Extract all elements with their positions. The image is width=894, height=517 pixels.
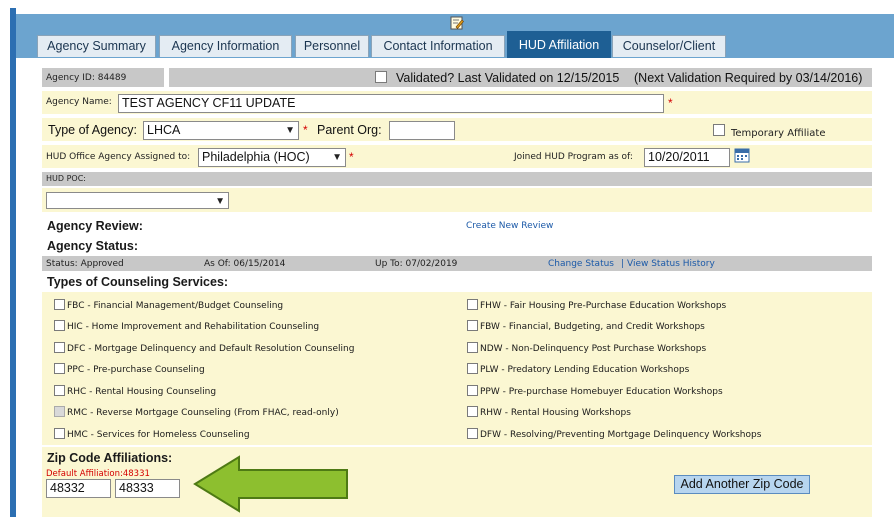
ppc-checkbox[interactable] xyxy=(54,363,65,374)
service-label: FHW - Fair Housing Pre-Purchase Educatio… xyxy=(480,301,727,311)
type-of-agency-value: LHCA xyxy=(147,123,181,137)
status-text: Status: Approved xyxy=(46,259,124,269)
left-frame-border xyxy=(10,8,16,517)
tab-agency-information[interactable]: Agency Information xyxy=(159,35,292,57)
parent-org-label: Parent Org: xyxy=(317,123,382,137)
zip-affiliations-heading: Zip Code Affiliations: xyxy=(47,451,173,465)
calendar-icon[interactable] xyxy=(734,147,750,163)
required-mark: * xyxy=(668,96,673,110)
tab-personnel[interactable]: Personnel xyxy=(295,35,369,57)
default-affiliation: Default Affiliation:48331 xyxy=(46,469,150,479)
status-up-to: Up To: 07/02/2019 xyxy=(375,259,458,269)
rhw-checkbox[interactable] xyxy=(467,406,478,417)
dfw-checkbox[interactable] xyxy=(467,428,478,439)
tab-agency-summary[interactable]: Agency Summary xyxy=(37,35,156,57)
change-status-link[interactable]: Change Status xyxy=(548,259,614,269)
ndw-checkbox[interactable] xyxy=(467,342,478,353)
joined-date-input[interactable]: 10/20/2011 xyxy=(644,148,730,167)
chevron-down-icon: ▼ xyxy=(332,152,342,163)
fbw-checkbox[interactable] xyxy=(467,320,478,331)
rmc-checkbox xyxy=(54,406,65,417)
link-separator: | xyxy=(621,259,625,269)
agency-status-heading: Agency Status: xyxy=(47,239,138,253)
fhw-checkbox[interactable] xyxy=(467,299,478,310)
service-label: PPW - Pre-purchase Homebuyer Education W… xyxy=(480,387,723,397)
agency-name-label: Agency Name: xyxy=(46,97,112,107)
chevron-down-icon: ▼ xyxy=(285,125,295,136)
type-of-agency-select[interactable]: LHCA ▼ xyxy=(143,121,299,140)
hic-checkbox[interactable] xyxy=(54,320,65,331)
type-of-agency-label: Type of Agency: xyxy=(48,123,137,137)
hud-poc-header xyxy=(42,172,872,186)
required-mark: * xyxy=(349,150,354,164)
parent-org-input[interactable] xyxy=(389,121,455,140)
next-validation-label: (Next Validation Required by 03/14/2016) xyxy=(634,71,863,85)
service-label: FBC - Financial Management/Budget Counse… xyxy=(67,301,284,311)
service-label: RHC - Rental Housing Counseling xyxy=(67,387,217,397)
hud-office-select[interactable]: Philadelphia (HOC) ▼ xyxy=(198,148,346,167)
add-zip-code-button[interactable]: Add Another Zip Code xyxy=(674,475,810,494)
service-label: HMC - Services for Homeless Counseling xyxy=(67,430,250,440)
agency-id-label: Agency ID: 84489 xyxy=(46,73,127,83)
service-label: RMC - Reverse Mortgage Counseling (From … xyxy=(67,408,339,418)
tab-hud-affiliation[interactable]: HUD Affiliation xyxy=(507,31,611,58)
service-label: NDW - Non-Delinquency Post Purchase Work… xyxy=(480,344,707,354)
agency-name-input[interactable]: TEST AGENCY CF11 UPDATE xyxy=(118,94,664,113)
arrow-annotation xyxy=(193,455,348,513)
service-label: PLW - Predatory Lending Education Worksh… xyxy=(480,365,690,375)
chevron-down-icon: ▼ xyxy=(215,196,225,207)
status-as-of: As Of: 06/15/2014 xyxy=(204,259,286,269)
zip-input[interactable]: 48333 xyxy=(115,479,180,498)
validated-checkbox[interactable] xyxy=(375,71,387,83)
dfc-checkbox[interactable] xyxy=(54,342,65,353)
service-label: DFC - Mortgage Delinquency and Default R… xyxy=(67,344,355,354)
hud-poc-label: HUD POC: xyxy=(46,174,86,183)
zip-input[interactable]: 48332 xyxy=(46,479,111,498)
service-label: RHW - Rental Housing Workshops xyxy=(480,408,631,418)
fbc-checkbox[interactable] xyxy=(54,299,65,310)
create-new-review-link[interactable]: Create New Review xyxy=(466,221,553,231)
service-label: FBW - Financial, Budgeting, and Credit W… xyxy=(480,322,705,332)
temporary-affiliate-checkbox[interactable] xyxy=(713,124,725,136)
joined-label: Joined HUD Program as of: xyxy=(514,152,633,162)
hud-office-label: HUD Office Agency Assigned to: xyxy=(46,152,191,162)
hud-poc-select[interactable]: ▼ xyxy=(46,192,229,209)
temporary-affiliate-label: Temporary Affiliate xyxy=(731,128,826,139)
service-label: DFW - Resolving/Preventing Mortgage Deli… xyxy=(480,430,762,440)
hud-office-value: Philadelphia (HOC) xyxy=(202,150,310,164)
counseling-services-heading: Types of Counseling Services: xyxy=(47,275,229,289)
validated-label: Validated? Last Validated on 12/15/2015 xyxy=(396,71,620,85)
service-label: PPC - Pre-purchase Counseling xyxy=(67,365,205,375)
required-mark: * xyxy=(303,123,308,137)
service-label: HIC - Home Improvement and Rehabilitatio… xyxy=(67,322,320,332)
rhc-checkbox[interactable] xyxy=(54,385,65,396)
edit-icon[interactable] xyxy=(450,16,464,30)
hmc-checkbox[interactable] xyxy=(54,428,65,439)
plw-checkbox[interactable] xyxy=(467,363,478,374)
tab-contact-information[interactable]: Contact Information xyxy=(371,35,505,57)
top-header-slice xyxy=(0,0,894,7)
view-status-history-link[interactable]: View Status History xyxy=(627,259,715,269)
agency-review-heading: Agency Review: xyxy=(47,219,143,233)
tab-counselor-client[interactable]: Counselor/Client xyxy=(612,35,726,57)
ppw-checkbox[interactable] xyxy=(467,385,478,396)
